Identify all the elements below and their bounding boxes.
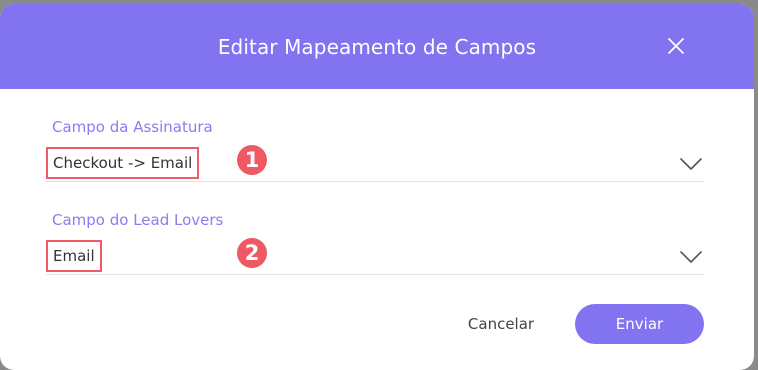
subscription-field-label: Campo da Assinatura (52, 118, 213, 136)
step-badge-1: 1 (237, 145, 267, 175)
subscription-field-value: Checkout -> Email (46, 147, 200, 179)
close-icon (668, 38, 684, 54)
dialog-title: Editar Mapeamento de Campos (217, 34, 537, 59)
subscription-field-select[interactable]: Checkout -> Email (46, 147, 704, 182)
lead-lovers-field-value: Email (46, 240, 102, 272)
close-button[interactable] (664, 34, 688, 58)
step-badge-2: 2 (237, 238, 267, 268)
dialog-header: Editar Mapeamento de Campos (0, 4, 754, 89)
send-button[interactable]: Enviar (575, 304, 704, 344)
cancel-button[interactable]: Cancelar (452, 304, 550, 344)
lead-lovers-field-select[interactable]: Email (46, 240, 704, 275)
chevron-down-icon (680, 158, 702, 170)
lead-lovers-field-label: Campo do Lead Lovers (52, 211, 224, 229)
edit-field-mapping-dialog: Editar Mapeamento de Campos Campo da Ass… (0, 4, 754, 370)
chevron-down-icon (680, 251, 702, 263)
